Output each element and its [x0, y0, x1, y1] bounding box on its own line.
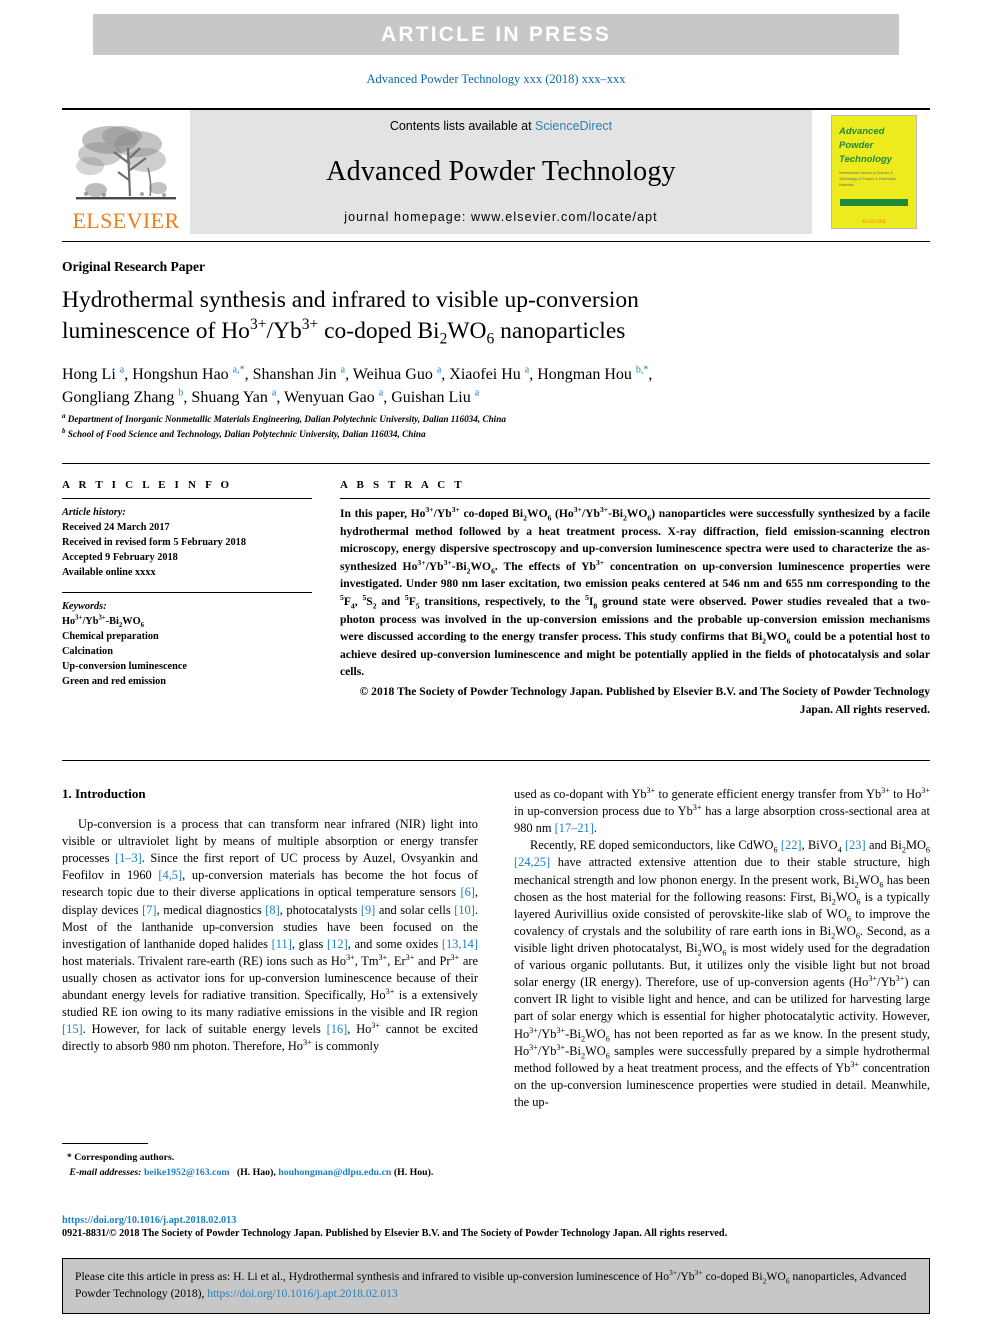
journal-homepage-link[interactable]: journal homepage: www.elsevier.com/locat… — [344, 210, 658, 224]
article-info-column: A R T I C L E I N F O Article history: R… — [62, 479, 312, 689]
footnote-corresponding: * Corresponding authors. — [66, 1152, 175, 1163]
affiliation-b: b School of Food Science and Technology,… — [62, 426, 426, 439]
citation-ref[interactable]: [16] — [327, 1022, 348, 1036]
contents-list-line: Contents lists available at ScienceDirec… — [390, 119, 612, 133]
footnote-rule — [62, 1143, 148, 1144]
cover-title-line2: Powder — [839, 139, 874, 151]
citation-ref[interactable]: [4,5] — [158, 868, 182, 882]
citation-ref[interactable]: [23] — [845, 838, 866, 852]
body-columns: 1. Introduction Up-conversion is a proce… — [62, 786, 930, 1111]
journal-cover-thumbnail: Advanced Powder Technology International… — [818, 110, 930, 234]
keyword-item: Green and red emission — [62, 676, 167, 688]
citation-ref[interactable]: [10] — [454, 903, 475, 917]
intro-paragraph-1: Up-conversion is a process that can tran… — [62, 817, 478, 1054]
citation-ref[interactable]: [24,25] — [514, 855, 550, 869]
citation-ref[interactable]: [15] — [62, 1022, 83, 1036]
email-link-hou[interactable]: houhongman@dlpu.edu.cn — [278, 1167, 391, 1178]
citation-ref[interactable]: [7] — [142, 903, 156, 917]
info-section-top-rule — [62, 463, 930, 464]
citation-ref[interactable]: [6] — [460, 885, 474, 899]
affiliation-a: a Department of Inorganic Nonmetallic Ma… — [62, 411, 506, 424]
masthead-center: Contents lists available at ScienceDirec… — [190, 110, 812, 234]
history-item: Available online xxxx — [62, 567, 156, 579]
cover-green-bar — [840, 199, 908, 206]
keyword-item: Calcination — [62, 646, 113, 658]
history-item: Received in revised form 5 February 2018 — [62, 537, 246, 549]
title-line-1: Hydrothermal synthesis and infrared to v… — [62, 287, 639, 313]
keywords-label: Keywords: — [62, 601, 107, 613]
citation-ref[interactable]: [8] — [265, 903, 279, 917]
abstract-rule — [340, 498, 930, 499]
paper-type-label: Original Research Paper — [62, 259, 205, 274]
doi-link[interactable]: https://doi.org/10.1016/j.apt.2018.02.01… — [62, 1215, 930, 1226]
please-cite-box: Please cite this article in press as: H.… — [62, 1258, 930, 1314]
keywords-rule — [62, 592, 312, 594]
cover-subtitle: International Journal of Science & Techn… — [839, 171, 896, 187]
cover-title-line1: Advanced — [839, 126, 885, 137]
footer-doi-block: https://doi.org/10.1016/j.apt.2018.02.01… — [62, 1215, 930, 1239]
article-history-label: Article history: — [62, 507, 126, 518]
journal-title: Advanced Powder Technology — [326, 155, 676, 187]
citation-ref[interactable]: [22] — [781, 838, 802, 852]
affiliations: a Department of Inorganic Nonmetallic Ma… — [62, 412, 862, 441]
body-column-left: 1. Introduction Up-conversion is a proce… — [62, 786, 478, 1111]
article-in-press-banner: ARTICLE IN PRESS — [93, 14, 899, 55]
citation-ref[interactable]: [11] — [272, 937, 292, 951]
abstract-bottom-rule — [62, 760, 930, 761]
masthead-bottom-rule — [62, 241, 930, 242]
article-in-press-label: ARTICLE IN PRESS — [380, 22, 612, 46]
citation-ref[interactable]: [13,14] — [442, 937, 478, 951]
citation-ref[interactable]: [17–21] — [555, 821, 594, 835]
abstract-heading: A B S T R A C T — [340, 479, 465, 491]
abstract-body: In this paper, Ho3+/Yb3+ co-doped Bi2WO6… — [340, 505, 931, 679]
citation-ref[interactable]: [9] — [361, 903, 375, 917]
abstract-column: A B S T R A C T In this paper, Ho3+/Yb3+… — [340, 479, 930, 718]
article-info-rule — [62, 498, 312, 499]
email-owner-hao: (H. Hao), — [236, 1166, 276, 1178]
cite-doi-link[interactable]: https://doi.org/10.1016/j.apt.2018.02.01… — [207, 1287, 397, 1300]
citation-ref[interactable]: [12] — [327, 937, 348, 951]
corresponding-author-footnote: * Corresponding authors. E-mail addresse… — [62, 1143, 478, 1180]
article-info-heading: A R T I C L E I N F O — [62, 479, 233, 491]
history-item: Received 24 March 2017 — [62, 522, 170, 534]
email-owner-hou: (H. Hou). — [393, 1166, 434, 1178]
cover-title-line3: Technology — [839, 153, 892, 165]
author-list: Hong Li a, Hongshun Hao a,*, Shanshan Ji… — [62, 364, 653, 407]
history-item: Accepted 9 February 2018 — [62, 552, 178, 564]
cite-prefix: Please cite this article in press as: H.… — [75, 1270, 670, 1283]
running-head: Advanced Powder Technology xxx (2018) xx… — [366, 72, 626, 86]
journal-masthead: ELSEVIER Contents lists available at Sci… — [62, 108, 930, 236]
abstract-copyright: © 2018 The Society of Powder Technology … — [359, 685, 930, 716]
body-column-right: used as co-dopant with Yb3+ to generate … — [514, 786, 930, 1111]
elsevier-wordmark: ELSEVIER — [72, 208, 180, 233]
keyword-item: Chemical preparation — [62, 631, 159, 643]
intro-paragraph-2: Recently, RE doped semiconductors, like … — [514, 838, 930, 1109]
keyword-item: Ho3+/Yb3+-Bi2WO6 — [62, 614, 144, 630]
contents-prefix: Contents lists available at — [389, 119, 536, 133]
title-line-2: luminescence of Ho3+/Yb3+ co-doped Bi2WO… — [62, 316, 626, 348]
page-title: Hydrothermal synthesis and infrared to v… — [62, 285, 762, 347]
asterisk-icon: * — [66, 1152, 72, 1163]
cover-publisher-mark: ELSEVIER — [862, 220, 886, 225]
paper-page: ARTICLE IN PRESS Advanced Powder Technol… — [0, 0, 992, 1323]
article-history-group: Article history: Received 24 March 2017 … — [62, 505, 312, 580]
elsevier-logo: ELSEVIER — [62, 110, 190, 234]
section-heading-introduction: 1. Introduction — [62, 786, 146, 801]
issn-copyright-line: 0921-8831/© 2018 The Society of Powder T… — [62, 1228, 728, 1239]
citation-ref[interactable]: [1–3] — [115, 851, 142, 865]
sciencedirect-link[interactable]: ScienceDirect — [535, 119, 612, 133]
keywords-group: Keywords: Ho3+/Yb3+-Bi2WO6 Chemical prep… — [62, 599, 312, 689]
intro-paragraph-1-cont: used as co-dopant with Yb3+ to generate … — [514, 785, 930, 836]
email-link-hao[interactable]: beike1952@163.com — [144, 1167, 230, 1178]
footnote-emails: E-mail addresses: beike1952@163.com (H. … — [62, 1166, 478, 1181]
keyword-item: Up-conversion luminescence — [62, 661, 187, 673]
elsevier-tree-icon — [76, 126, 176, 200]
email-addresses-label: E-mail addresses: — [69, 1166, 142, 1178]
